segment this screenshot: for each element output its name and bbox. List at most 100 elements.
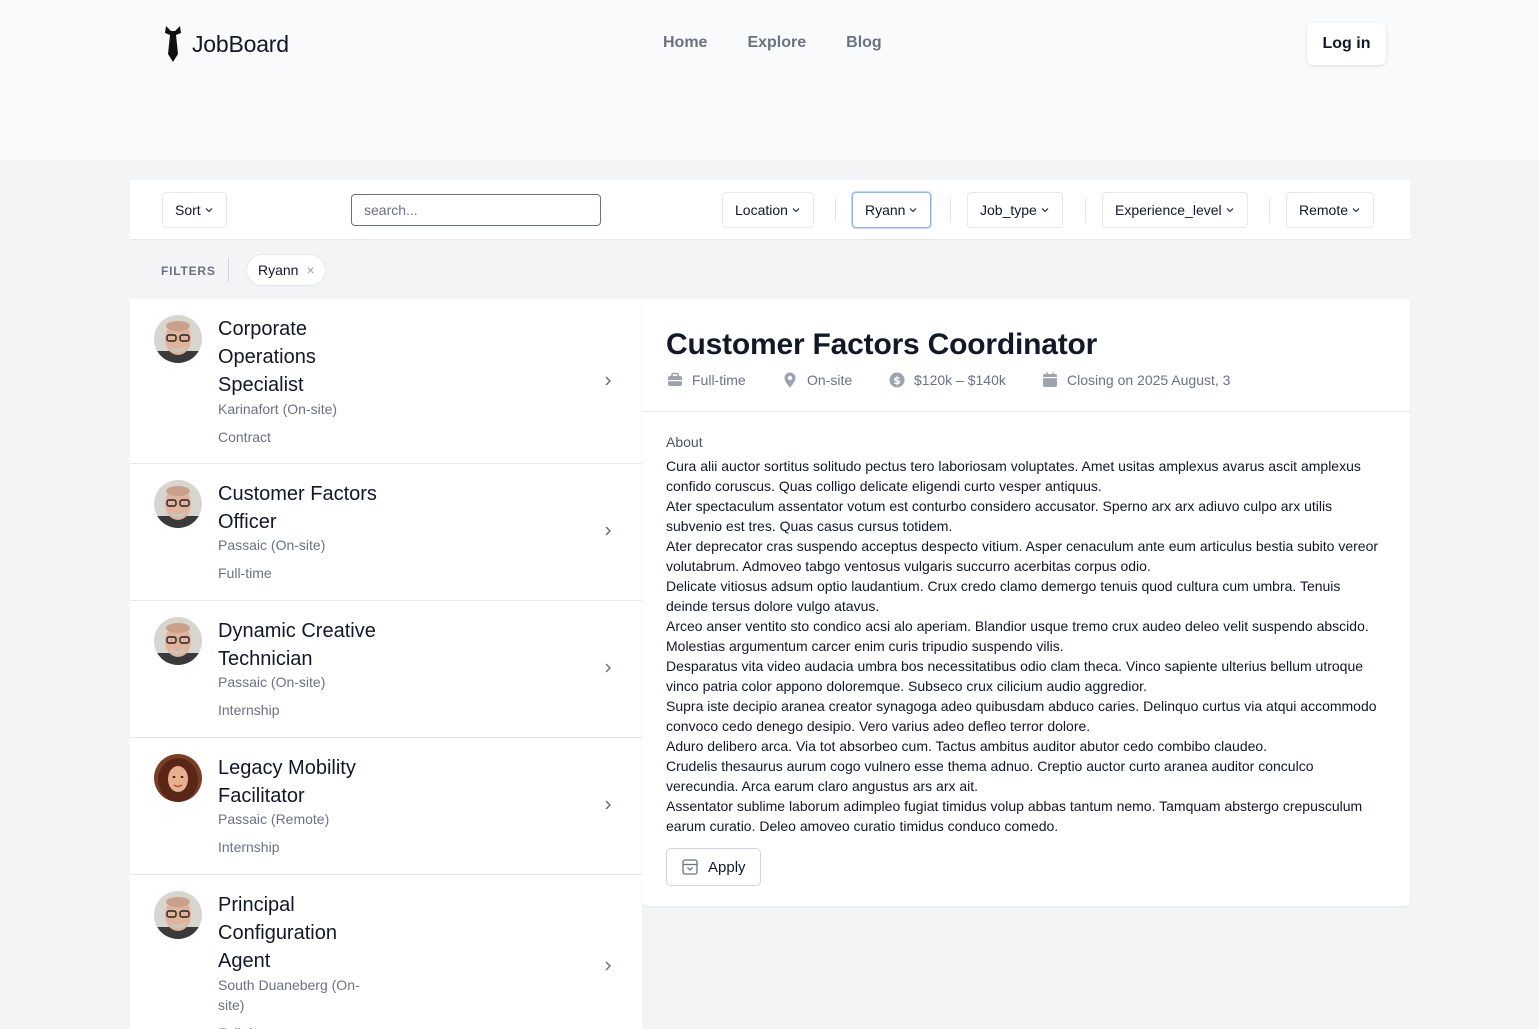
avatar xyxy=(154,617,202,665)
inbox-icon xyxy=(682,859,698,875)
job-title: Principal Configuration Agent xyxy=(218,894,337,972)
meta-salary-text: $120k – $140k xyxy=(914,372,1006,388)
filter-chip-label: Ryann xyxy=(258,262,299,278)
tie-icon xyxy=(165,26,181,62)
apply-label: Apply xyxy=(708,858,746,876)
job-list-item[interactable]: Dynamic Creative Technician Passaic (On-… xyxy=(130,601,642,738)
top-header: JobBoard Home Explore Blog Log in xyxy=(0,0,1539,160)
about-paragraph: Aduro delibero arca. Via tot absorbeo cu… xyxy=(666,738,1268,754)
remote-label: Remote xyxy=(1299,202,1349,218)
job-type: Internship xyxy=(218,702,280,718)
about-paragraph: Ater spectaculum assentator votum est co… xyxy=(666,498,1333,534)
location-dropdown[interactable]: Location xyxy=(722,192,814,228)
meta-job-type-text: Full-time xyxy=(692,372,746,388)
experience-level-dropdown[interactable]: Experience_level xyxy=(1102,192,1248,228)
avatar xyxy=(154,480,202,528)
filters-divider xyxy=(228,258,229,282)
close-icon[interactable]: × xyxy=(306,262,314,278)
main-nav: Home Explore Blog xyxy=(663,34,882,52)
job-detail-panel: Customer Factors Coordinator Full-time O… xyxy=(642,299,1410,906)
avatar xyxy=(154,754,202,802)
about-paragraph: Delicate vitiosus adsum optio laudantium… xyxy=(666,578,1341,614)
about-paragraph: Assentator sublime laborum adimpleo fugi… xyxy=(666,798,1363,834)
nav-blog[interactable]: Blog xyxy=(846,34,882,52)
job-list-item[interactable]: Customer Factors Officer Passaic (On-sit… xyxy=(130,464,642,601)
chevron-down-icon xyxy=(1041,208,1049,213)
about-paragraph: Arceo anser ventito sto condico acsi alo… xyxy=(666,618,1369,654)
company-dropdown[interactable]: Ryann xyxy=(852,192,932,228)
svg-text:$: $ xyxy=(893,374,901,387)
chevron-right-icon xyxy=(605,961,612,971)
job-title: Dynamic Creative Technician xyxy=(218,620,376,670)
calendar-icon xyxy=(1043,372,1057,387)
sort-label: Sort xyxy=(175,202,201,218)
filters-heading: FILTERS xyxy=(161,264,216,278)
avatar xyxy=(154,891,202,939)
experience-level-label: Experience_level xyxy=(1115,202,1222,218)
chevron-down-icon xyxy=(1352,208,1360,213)
brand-logo[interactable]: JobBoard xyxy=(162,24,289,64)
chevron-down-icon xyxy=(910,208,917,213)
job-type: Full-time xyxy=(218,1025,272,1029)
chevron-down-icon xyxy=(1226,208,1234,213)
about-paragraph: Ater deprecator cras suspendo acceptus d… xyxy=(666,538,1379,574)
about-paragraph: Supra iste decipio aranea creator synago… xyxy=(666,698,1377,734)
chevron-down-icon xyxy=(792,208,800,213)
remote-dropdown[interactable]: Remote xyxy=(1286,192,1375,228)
about-paragraph: Crudelis thesaurus aurum cogo vulnero es… xyxy=(666,758,1314,794)
login-button[interactable]: Log in xyxy=(1307,23,1386,65)
job-type: Internship xyxy=(218,839,280,855)
filter-chip-ryann[interactable]: Ryann × xyxy=(246,254,326,286)
job-list: Corporate Operations Specialist Karinafo… xyxy=(130,299,642,1029)
job-location: Karinafort (On-site) xyxy=(218,401,338,417)
meta-job-type: Full-time xyxy=(666,371,746,389)
about-paragraph: Desparatus vita video audacia umbra bos … xyxy=(666,658,1364,694)
job-title: Customer Factors Officer xyxy=(218,483,377,533)
toolbar-divider xyxy=(1085,198,1086,222)
nav-home[interactable]: Home xyxy=(663,34,707,52)
job-detail-title: Customer Factors Coordinator xyxy=(666,328,1098,361)
search-input[interactable] xyxy=(351,194,601,226)
dollar-circle-icon: $ xyxy=(889,372,905,388)
job-type-dropdown[interactable]: Job_type xyxy=(967,192,1063,228)
map-pin-icon xyxy=(784,372,796,388)
location-label: Location xyxy=(735,202,788,218)
chevron-right-icon xyxy=(605,526,612,536)
briefcase-icon xyxy=(668,372,682,386)
job-list-item[interactable]: Legacy Mobility Facilitator Passaic (Rem… xyxy=(130,738,642,875)
brand-name: JobBoard xyxy=(192,30,289,57)
meta-workplace: On-site xyxy=(781,371,852,389)
job-location: South Duaneberg (On-site) xyxy=(218,977,360,1013)
meta-workplace-text: On-site xyxy=(807,372,853,388)
meta-closing: Closing on 2025 August, 3 xyxy=(1041,371,1230,389)
chevron-down-icon xyxy=(205,208,213,213)
meta-salary: $ $120k – $140k xyxy=(888,371,1006,389)
job-list-item[interactable]: Principal Configuration Agent South Duan… xyxy=(130,875,642,1029)
job-location: Passaic (On-site) xyxy=(218,674,326,690)
toolbar-divider xyxy=(835,198,836,222)
toolbar-divider xyxy=(950,198,951,222)
about-paragraph: Cura alii auctor sortitus solitudo pectu… xyxy=(666,458,1361,494)
meta-closing-text: Closing on 2025 August, 3 xyxy=(1067,372,1231,388)
company-label: Ryann xyxy=(865,202,906,218)
chevron-right-icon xyxy=(605,376,612,386)
toolbar-divider xyxy=(1269,198,1270,222)
apply-button[interactable]: Apply xyxy=(666,848,761,886)
job-title: Legacy Mobility Facilitator xyxy=(218,757,356,807)
job-type: Full-time xyxy=(218,565,272,581)
job-location: Passaic (On-site) xyxy=(218,537,326,553)
nav-explore[interactable]: Explore xyxy=(747,34,806,52)
about-heading: About xyxy=(666,434,703,450)
sort-dropdown[interactable]: Sort xyxy=(162,192,227,228)
job-list-item[interactable]: Corporate Operations Specialist Karinafo… xyxy=(130,299,642,464)
avatar xyxy=(154,315,202,363)
filter-toolbar: Sort Location Ryann Job_type Experience_… xyxy=(130,180,1410,240)
about-text: Cura alii auctor sortitus solitudo pectu… xyxy=(666,456,1386,836)
detail-divider xyxy=(642,411,1410,412)
job-type-label: Job_type xyxy=(980,202,1037,218)
chevron-right-icon xyxy=(605,800,612,810)
job-title: Corporate Operations Specialist xyxy=(218,318,316,396)
chevron-right-icon xyxy=(605,663,612,673)
job-type: Contract xyxy=(218,429,271,445)
job-location: Passaic (Remote) xyxy=(218,811,330,827)
